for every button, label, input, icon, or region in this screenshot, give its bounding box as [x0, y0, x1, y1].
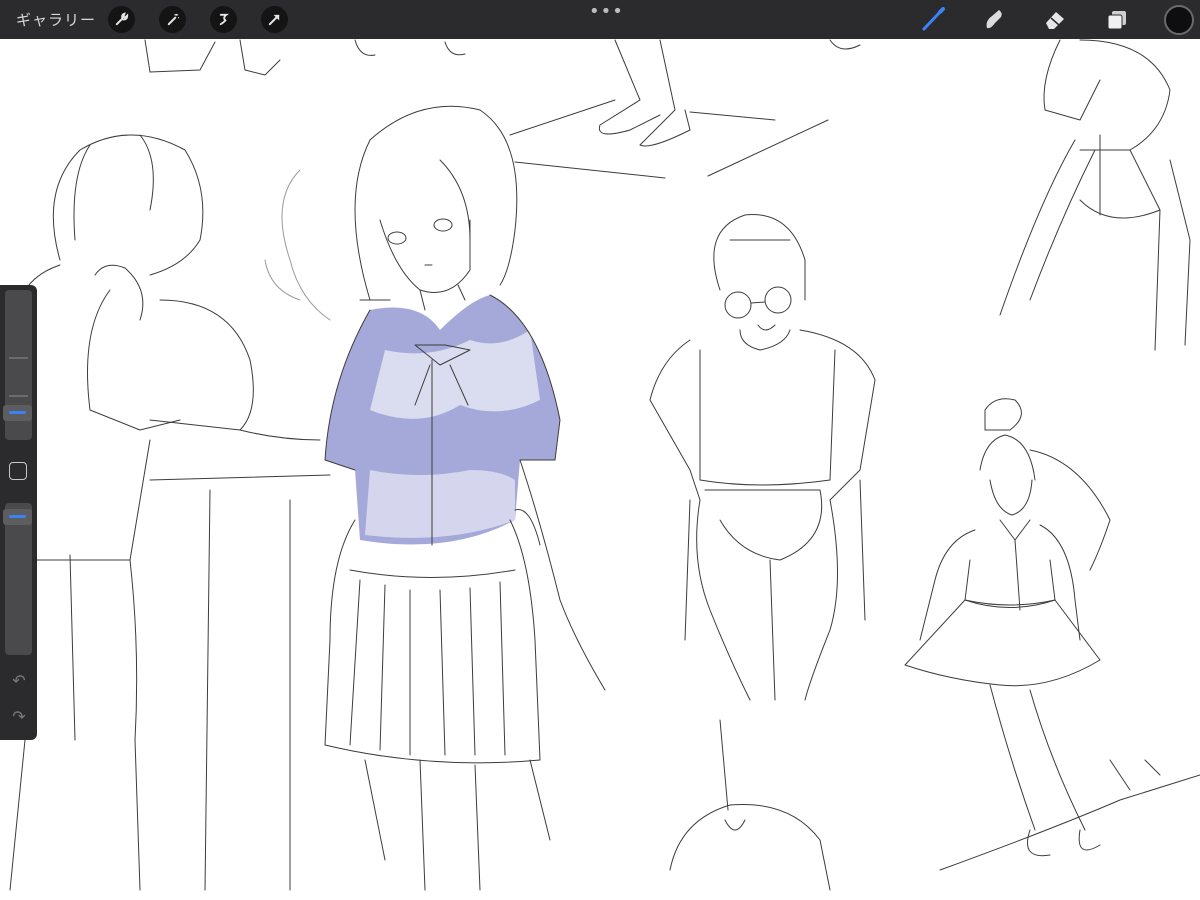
left-sidebar: ↶ ↷	[0, 285, 37, 740]
eraser-icon[interactable]	[1041, 6, 1069, 34]
modify-button[interactable]	[9, 462, 27, 480]
top-toolbar: ギャラリー •••	[0, 0, 1200, 39]
gallery-button[interactable]: ギャラリー	[16, 9, 96, 30]
layers-icon[interactable]	[1103, 6, 1131, 34]
brush-icon[interactable]	[919, 6, 947, 34]
smudge-icon[interactable]	[980, 6, 1008, 34]
transform-arrow-icon[interactable]	[261, 6, 288, 33]
color-picker-button[interactable]	[1164, 5, 1194, 35]
magic-wand-icon[interactable]	[159, 6, 186, 33]
undo-icon[interactable]: ↶	[9, 671, 29, 691]
brush-size-handle[interactable]	[3, 405, 32, 421]
more-options-button[interactable]: •••	[589, 1, 624, 22]
selection-icon[interactable]	[210, 6, 237, 33]
opacity-handle[interactable]	[3, 509, 32, 525]
drawing-canvas[interactable]	[0, 0, 1200, 900]
wrench-icon[interactable]	[108, 6, 135, 33]
opacity-slider[interactable]	[5, 503, 32, 655]
redo-icon[interactable]: ↷	[9, 707, 29, 727]
